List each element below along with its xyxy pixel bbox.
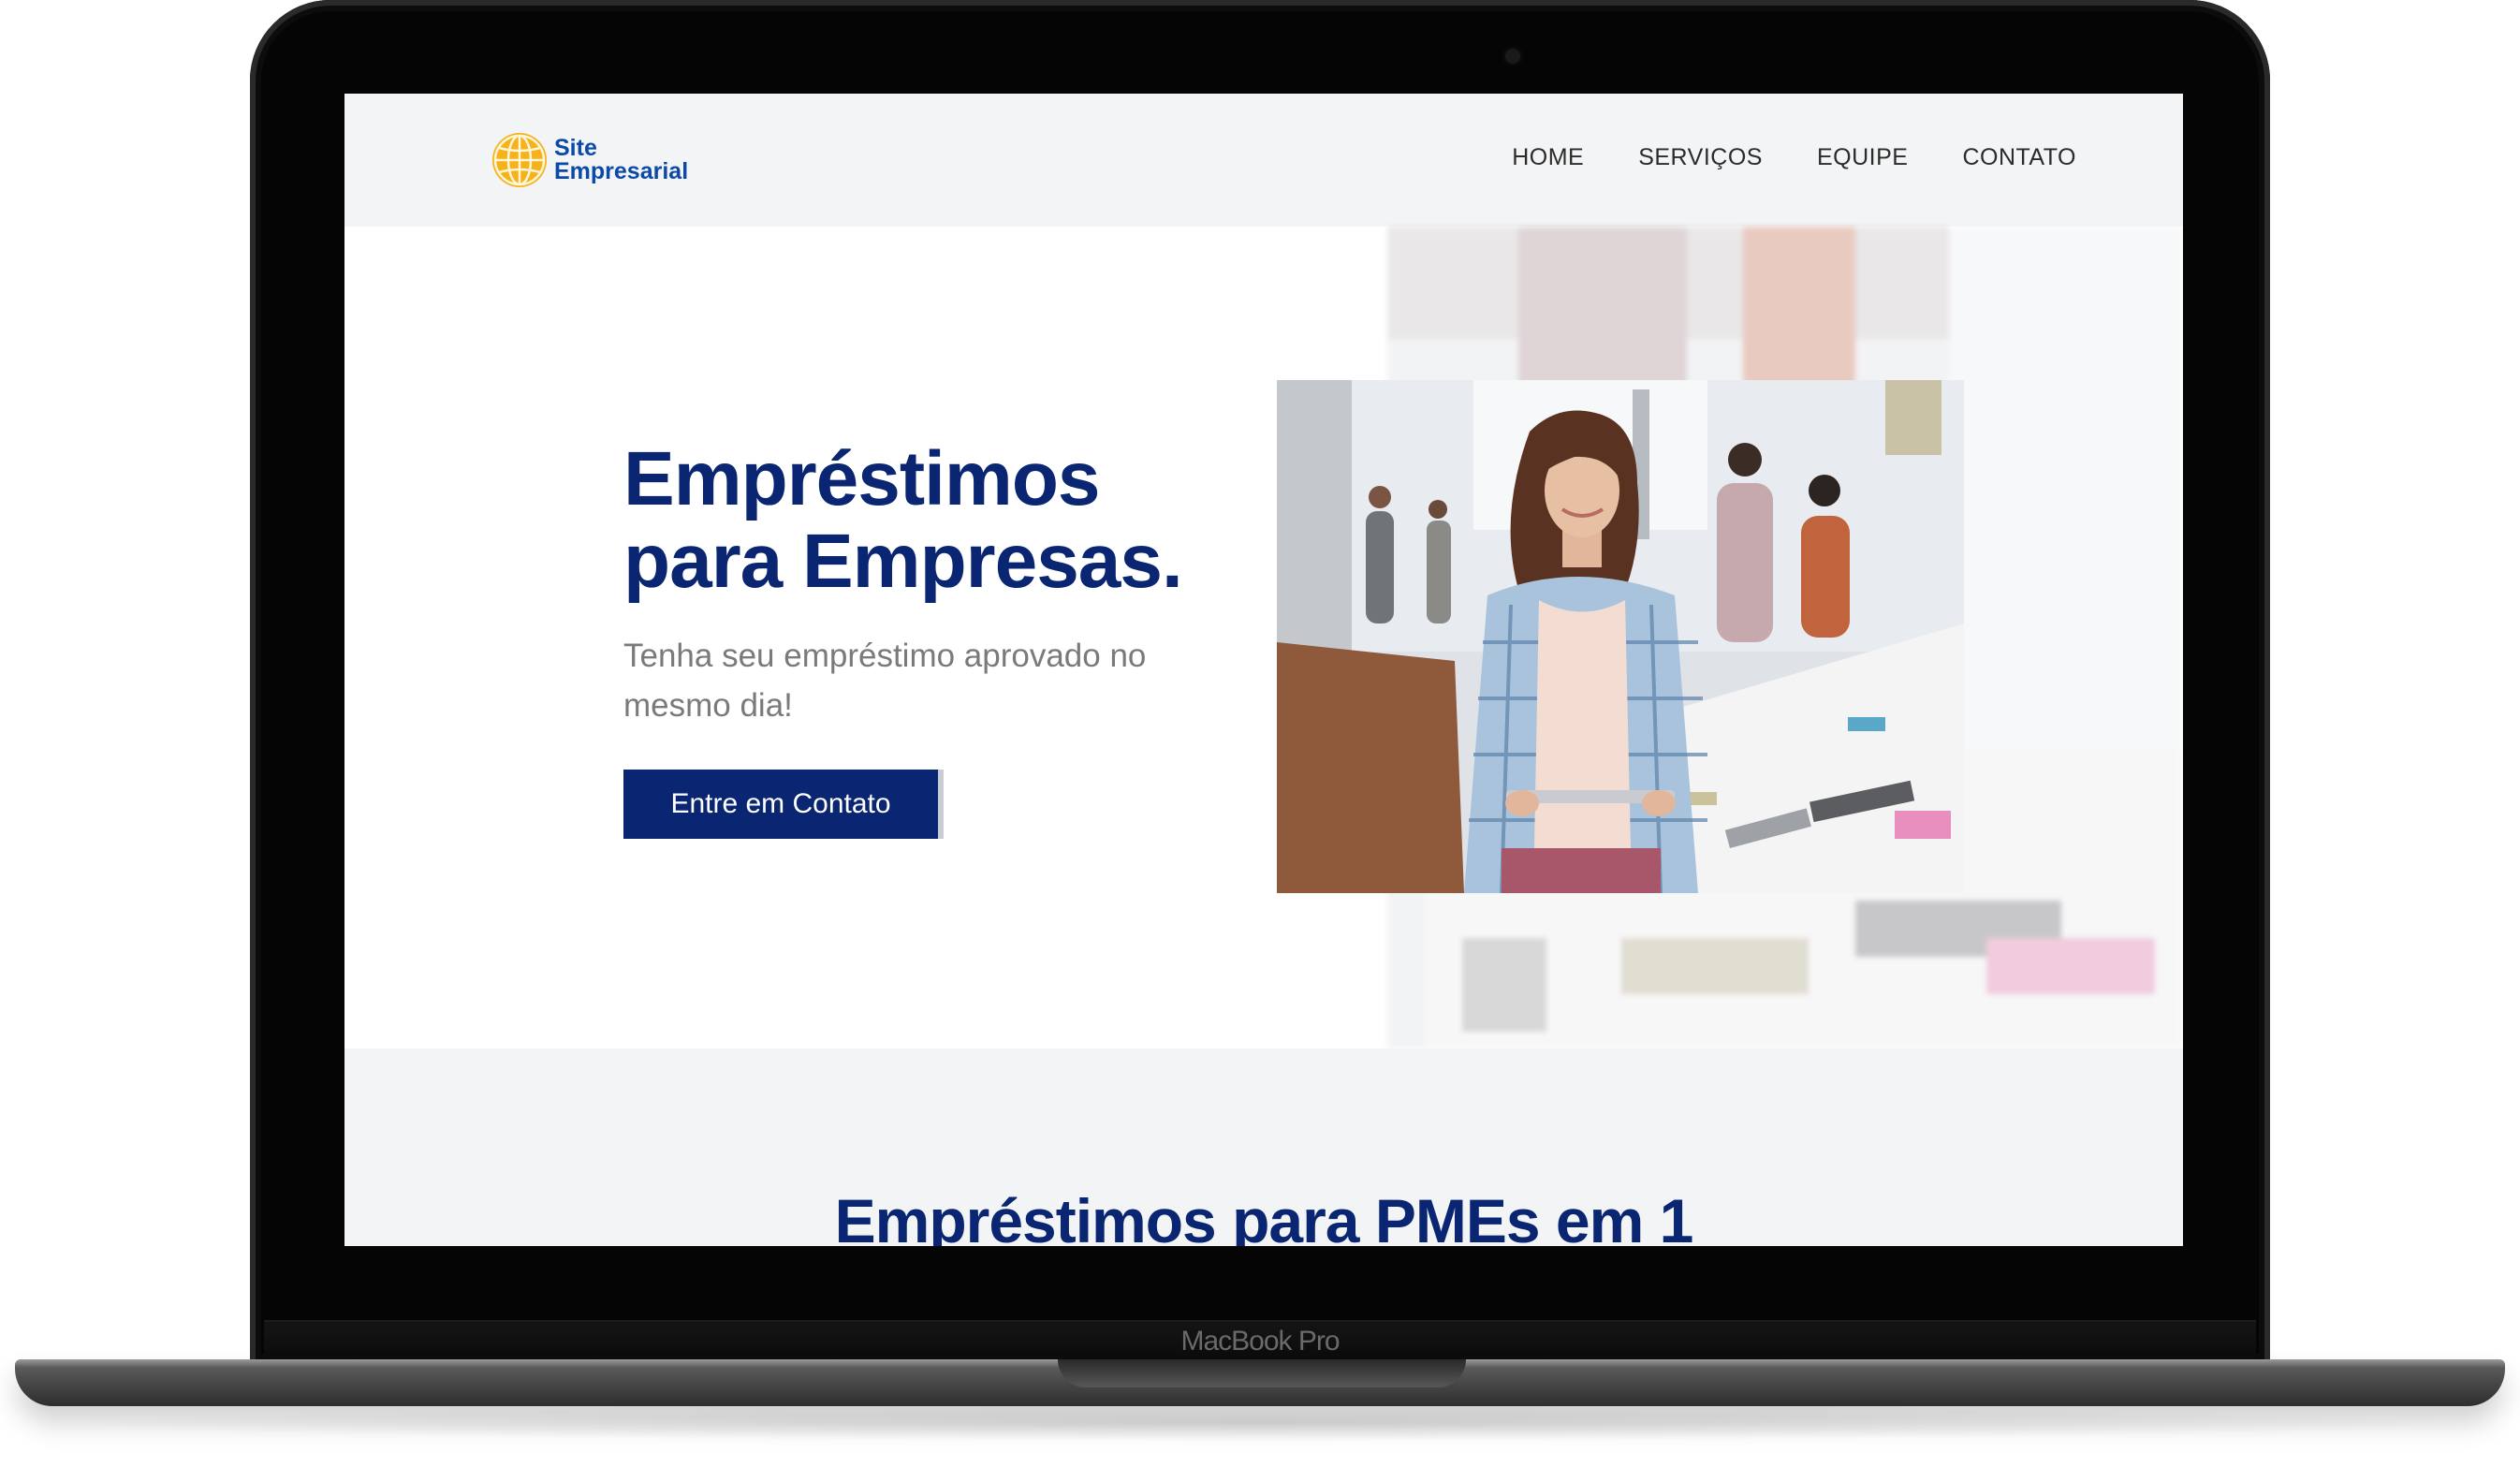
camera-icon [1505,49,1520,64]
hero-subtitle: Tenha seu empréstimo aprovado no mesmo d… [623,638,1147,724]
logo-line1: Site [554,135,597,161]
site-logo[interactable]: Site Empresarial [489,129,688,191]
hero-title: Empréstimos para Empresas. [623,436,1183,604]
device-label: MacBook Pro [1180,1326,1340,1357]
globe-icon [492,133,547,187]
nav-equipe[interactable]: EQUIPE [1817,144,1908,171]
hero-section: Empréstimos para Empresas. Tenha seu emp… [344,227,2183,1049]
pme-section-title: Empréstimos para PMEs em 1 [834,1186,1694,1246]
laptop-shadow [56,1404,2464,1442]
contact-button[interactable]: Entre em Contato [623,770,938,839]
site-header: Site Empresarial HOME SERVIÇOS EQUIPE CO… [344,94,2183,227]
hero-photo [1277,380,1964,893]
hero-title-line1: Empréstimos [623,436,1101,521]
pme-section: Empréstimos para PMEs em 1 [344,1049,2183,1246]
logo-text: Site Empresarial [554,137,688,183]
laptop-screen: Site Empresarial HOME SERVIÇOS EQUIPE CO… [344,94,2183,1246]
laptop-notch [1058,1359,1466,1387]
nav-servicos[interactable]: SERVIÇOS [1638,144,1763,171]
nav-home[interactable]: HOME [1512,144,1584,171]
logo-line2: Empresarial [554,158,689,184]
main-nav: HOME SERVIÇOS EQUIPE CONTATO [1512,144,2076,171]
nav-contato[interactable]: CONTATO [1962,144,2076,171]
hero-title-line2: para Empresas. [623,519,1183,604]
